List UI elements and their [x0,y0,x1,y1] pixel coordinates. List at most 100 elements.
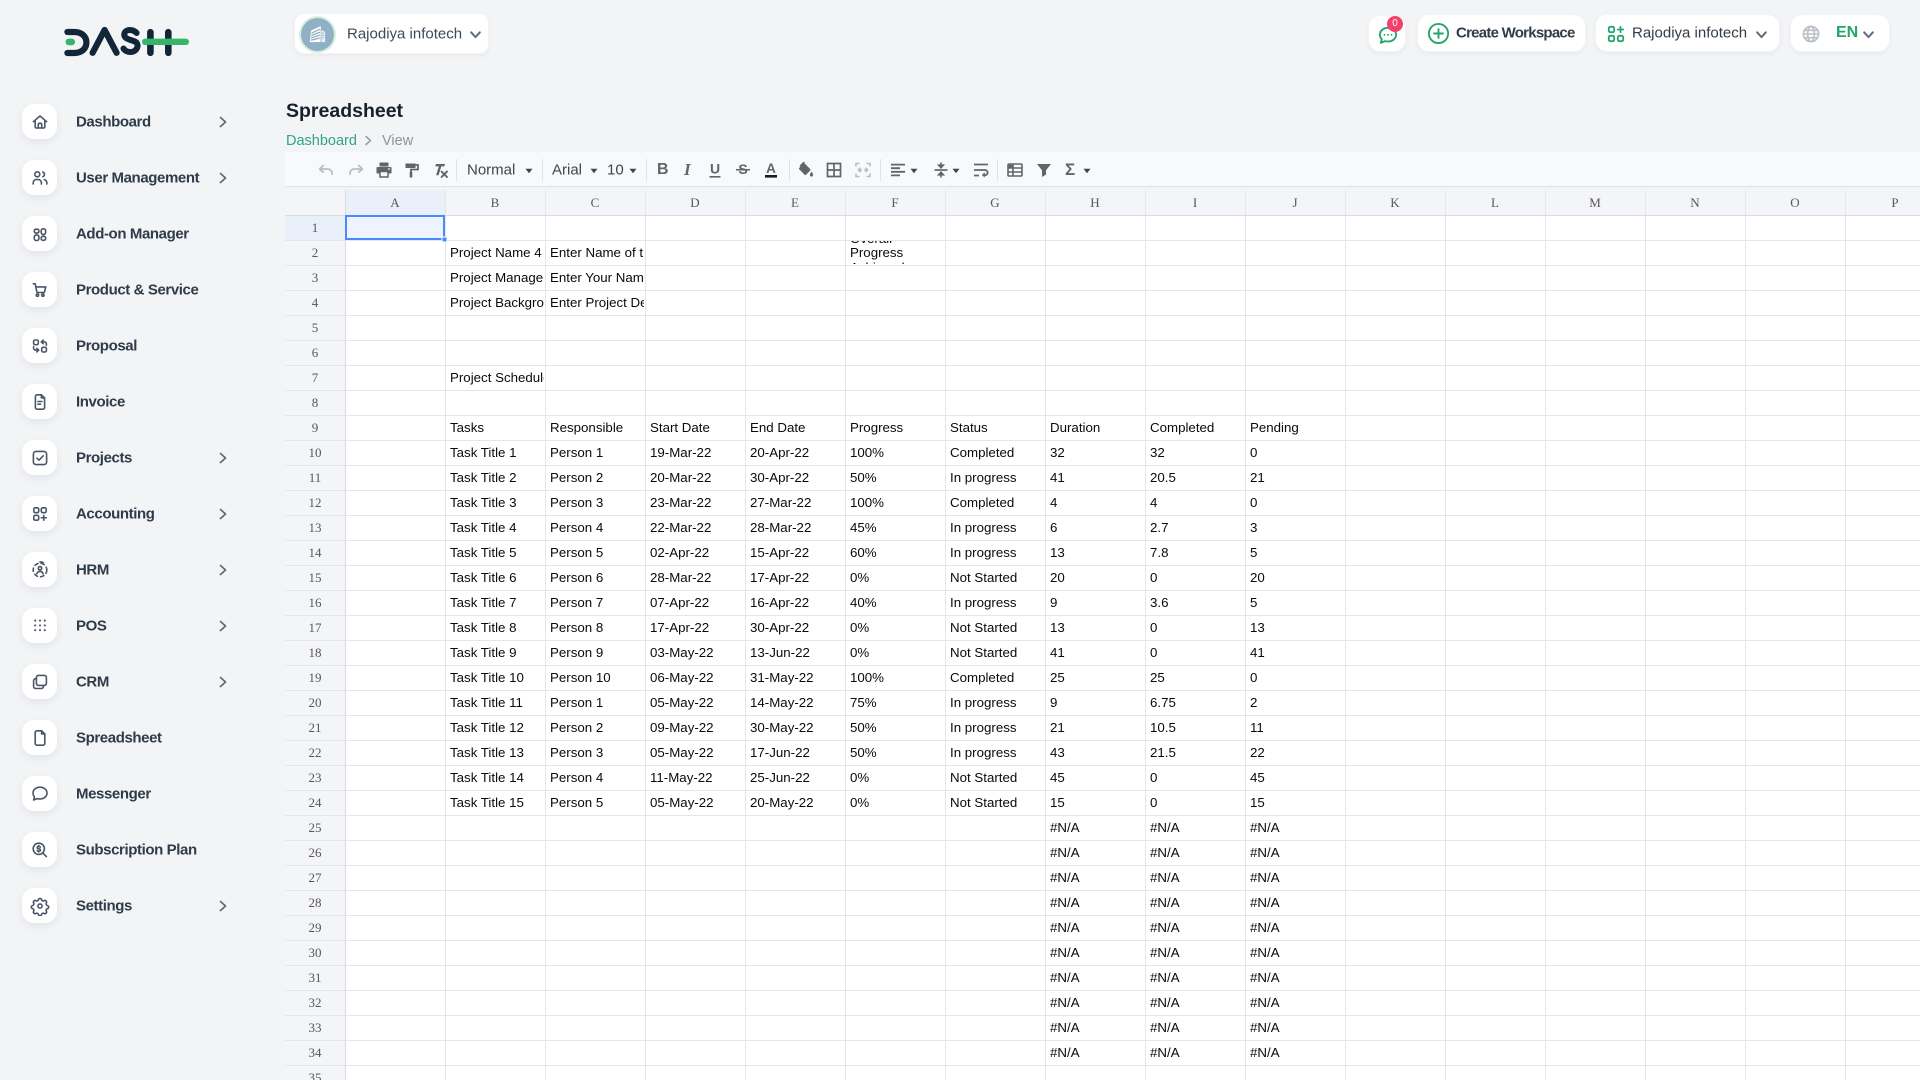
svg-text:13: 13 [1050,545,1065,560]
svg-text:17-Apr-22: 17-Apr-22 [750,570,809,585]
svg-text:14-May-22: 14-May-22 [750,695,814,710]
svg-text:30-Apr-22: 30-Apr-22 [750,620,809,635]
svg-text:#N/A: #N/A [1050,920,1080,935]
svg-text:Person 1: Person 1 [550,445,603,460]
svg-text:#N/A: #N/A [1050,1045,1080,1060]
svg-text:I: I [1193,195,1197,210]
svg-text:A: A [766,161,776,176]
svg-text:41: 41 [1050,645,1065,660]
svg-text:Not Started: Not Started [950,620,1017,635]
svg-text:0: 0 [1150,795,1157,810]
svg-text:15: 15 [1250,795,1265,810]
svg-text:Person 4: Person 4 [550,770,603,785]
svg-text:#N/A: #N/A [1250,995,1280,1010]
svg-text:#N/A: #N/A [1150,870,1180,885]
svg-text:6.75: 6.75 [1150,695,1176,710]
svg-text:41: 41 [1050,470,1065,485]
svg-text:25: 25 [1150,670,1165,685]
svg-text:H: H [1090,195,1099,210]
svg-text:17-Jun-22: 17-Jun-22 [750,745,810,760]
svg-text:19-Mar-22: 19-Mar-22 [650,445,711,460]
svg-text:28-Mar-22: 28-Mar-22 [750,520,811,535]
svg-text:4: 4 [312,295,319,310]
svg-text:45: 45 [1050,770,1065,785]
svg-text:Task Title 5: Task Title 5 [450,545,517,560]
svg-text:10.5: 10.5 [1150,720,1176,735]
svg-text:15-Apr-22: 15-Apr-22 [750,545,809,560]
svg-text:Task Title 12: Task Title 12 [450,720,524,735]
svg-text:Responsible: Responsible [550,420,623,435]
svg-text:13: 13 [1250,620,1265,635]
svg-text:32: 32 [1150,445,1165,460]
svg-text:10: 10 [309,445,322,460]
svg-text:#N/A: #N/A [1050,895,1080,910]
svg-text:21: 21 [309,720,322,735]
svg-text:5: 5 [312,320,319,335]
svg-text:16: 16 [309,595,323,610]
svg-text:#N/A: #N/A [1250,945,1280,960]
svg-text:#N/A: #N/A [1150,995,1180,1010]
svg-text:0: 0 [1150,620,1157,635]
svg-text:N: N [1690,195,1700,210]
svg-text:Person 6: Person 6 [550,570,603,585]
svg-text:Person 3: Person 3 [550,495,603,510]
svg-text:7.8: 7.8 [1150,545,1169,560]
svg-text:E: E [791,195,799,210]
svg-text:Task Title 15: Task Title 15 [450,795,524,810]
svg-text:100%: 100% [850,495,884,510]
svg-text:Not Started: Not Started [950,795,1017,810]
svg-text:21: 21 [1250,470,1265,485]
svg-text:Tasks: Tasks [450,420,484,435]
svg-text:06-May-22: 06-May-22 [650,670,714,685]
svg-text:In progress: In progress [950,745,1017,760]
svg-text:#N/A: #N/A [1050,1020,1080,1035]
svg-text:Person 8: Person 8 [550,620,603,635]
svg-text:12: 12 [309,495,322,510]
svg-text:#N/A: #N/A [1250,845,1280,860]
svg-text:9: 9 [1050,695,1057,710]
svg-text:Task Title 4: Task Title 4 [450,520,517,535]
svg-text:0: 0 [1250,445,1257,460]
svg-text:1: 1 [312,220,319,235]
svg-text:8: 8 [312,395,319,410]
svg-text:#N/A: #N/A [1050,970,1080,985]
svg-text:3.6: 3.6 [1150,595,1169,610]
svg-text:Task Title 10: Task Title 10 [450,670,524,685]
svg-text:Not Started: Not Started [950,770,1017,785]
svg-text:31: 31 [309,970,322,985]
svg-text:Progress: Progress [850,245,904,260]
svg-text:16-Apr-22: 16-Apr-22 [750,595,809,610]
svg-text:Task Title 13: Task Title 13 [450,745,524,760]
svg-text:7: 7 [312,370,319,385]
svg-text:11-May-22: 11-May-22 [650,770,713,785]
svg-text:B: B [491,195,500,210]
svg-text:0: 0 [1150,770,1157,785]
svg-text:Person 10: Person 10 [550,670,611,685]
svg-text:#N/A: #N/A [1050,945,1080,960]
svg-text:Completed: Completed [950,670,1014,685]
svg-text:2.7: 2.7 [1150,520,1169,535]
svg-text:43: 43 [1050,745,1065,760]
svg-text:41: 41 [1250,645,1265,660]
svg-text:Person 3: Person 3 [550,745,603,760]
svg-text:18: 18 [309,645,322,660]
svg-text:13: 13 [309,520,322,535]
svg-text:28: 28 [309,895,322,910]
svg-text:Task Title 8: Task Title 8 [450,620,517,635]
svg-text:22: 22 [1250,745,1265,760]
svg-text:24: 24 [309,795,323,810]
svg-text:0: 0 [1250,495,1257,510]
svg-text:D: D [690,195,699,210]
svg-text:6: 6 [1050,520,1057,535]
svg-text:M: M [1589,195,1601,210]
svg-text:Task Title 14: Task Title 14 [450,770,524,785]
svg-text:9: 9 [312,420,319,435]
svg-text:6: 6 [312,345,319,360]
svg-text:60%: 60% [850,545,877,560]
svg-text:Project Name 4: Project Name 4 [450,245,542,260]
svg-text:Task Title 11: Task Title 11 [450,695,523,710]
svg-text:In progress: In progress [950,520,1017,535]
svg-text:11: 11 [1250,720,1264,735]
svg-text:20: 20 [1050,570,1065,585]
svg-text:5: 5 [1250,595,1257,610]
